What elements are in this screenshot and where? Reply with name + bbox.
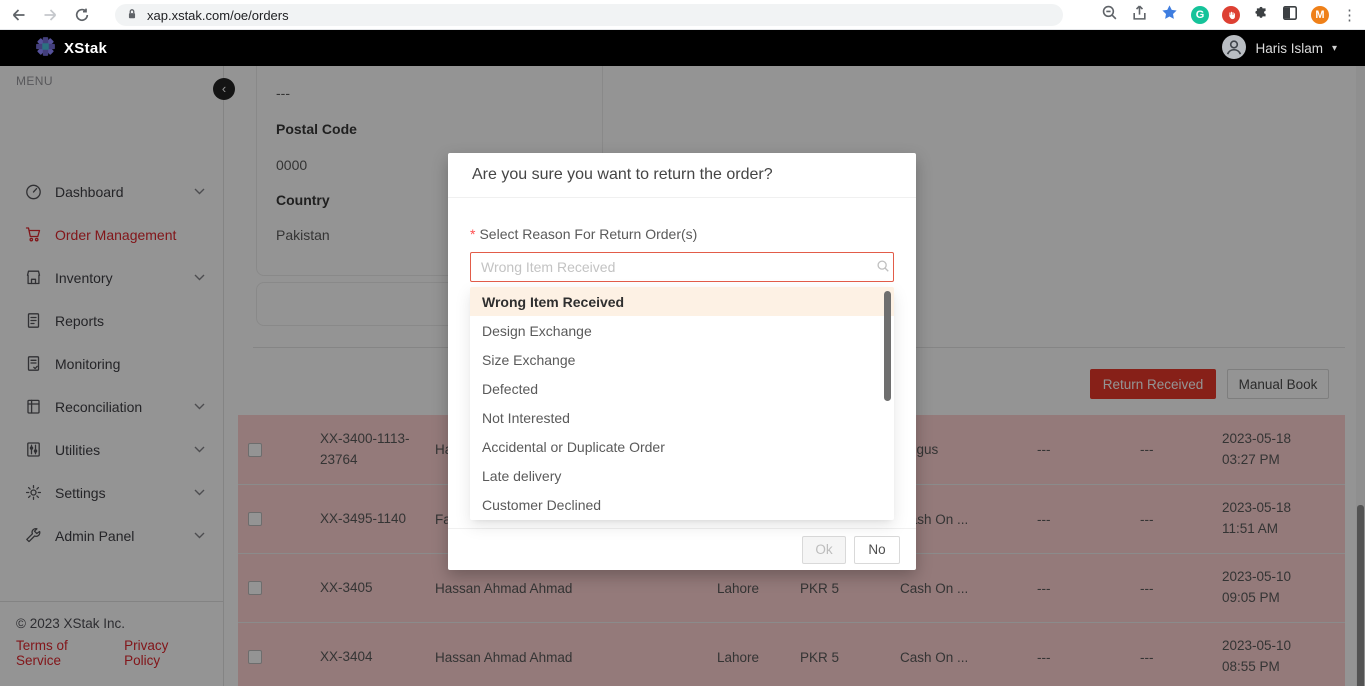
- reload-icon[interactable]: [74, 7, 90, 23]
- reason-option-accidental-or-duplicate-order[interactable]: Accidental or Duplicate Order: [470, 432, 894, 461]
- brand: XStak: [34, 30, 107, 66]
- grammarly-icon[interactable]: G: [1191, 6, 1209, 24]
- reason-option-design-exchange[interactable]: Design Exchange: [470, 316, 894, 345]
- reason-option-wrong-item-received[interactable]: Wrong Item Received: [470, 287, 894, 316]
- reason-option-defected[interactable]: Defected: [470, 374, 894, 403]
- reason-option-size-exchange[interactable]: Size Exchange: [470, 345, 894, 374]
- browser-chrome: xap.xstak.com/oe/orders G M ⋮: [0, 0, 1365, 30]
- reason-label: *Select Reason For Return Order(s): [470, 226, 697, 242]
- search-icon: [876, 259, 890, 278]
- darkmode-icon[interactable]: [1282, 5, 1298, 26]
- kebab-menu-icon[interactable]: ⋮: [1342, 8, 1357, 23]
- brand-name: XStak: [64, 40, 107, 57]
- blocker-hand-icon[interactable]: [1222, 6, 1240, 24]
- modal-footer: Ok No: [448, 528, 916, 570]
- required-mark: *: [470, 226, 475, 242]
- user-name: Haris Islam: [1255, 41, 1323, 56]
- ok-button[interactable]: Ok: [802, 536, 846, 564]
- chevron-down-icon: ▾: [1332, 43, 1337, 54]
- xstak-logo-icon: [34, 35, 57, 62]
- address-bar[interactable]: xap.xstak.com/oe/orders: [115, 4, 1063, 26]
- user-menu[interactable]: Haris Islam ▾: [1222, 30, 1337, 66]
- modal-title: Are you sure you want to return the orde…: [448, 153, 916, 198]
- profile-avatar-icon[interactable]: M: [1311, 6, 1329, 24]
- no-button[interactable]: No: [854, 536, 900, 564]
- lock-icon[interactable]: [125, 7, 139, 24]
- share-icon[interactable]: [1131, 4, 1148, 26]
- reason-select-input[interactable]: [470, 252, 894, 282]
- reason-option-not-interested[interactable]: Not Interested: [470, 403, 894, 432]
- extension-puzzle-icon[interactable]: [1253, 5, 1269, 26]
- app-header: XStak Haris Islam ▾: [0, 30, 1365, 66]
- reason-option-late-delivery[interactable]: Late delivery: [470, 461, 894, 490]
- dropdown-scrollbar-thumb[interactable]: [884, 291, 891, 401]
- user-avatar-icon: [1222, 35, 1246, 62]
- screen: xap.xstak.com/oe/orders G M ⋮: [0, 0, 1365, 686]
- reason-dropdown: Wrong Item ReceivedDesign ExchangeSize E…: [470, 287, 894, 520]
- zoom-icon[interactable]: [1101, 4, 1118, 26]
- back-icon[interactable]: [10, 7, 27, 23]
- return-order-modal: Are you sure you want to return the orde…: [448, 153, 916, 570]
- bookmark-star-icon[interactable]: [1161, 4, 1178, 26]
- reason-option-customer-declined[interactable]: Customer Declined: [470, 490, 894, 519]
- forward-icon[interactable]: [42, 7, 59, 23]
- url-text: xap.xstak.com/oe/orders: [147, 8, 289, 23]
